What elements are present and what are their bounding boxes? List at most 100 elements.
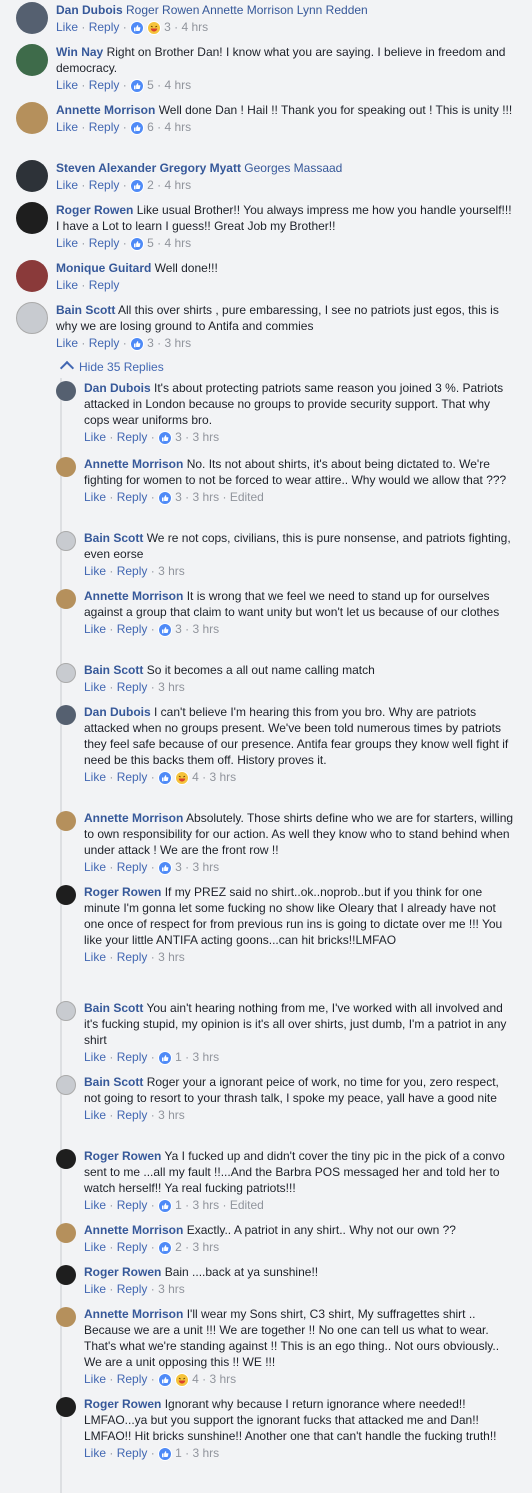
- like-button[interactable]: Like: [84, 1240, 106, 1254]
- author-name-link[interactable]: Roger Rowen: [84, 1149, 161, 1163]
- like-button[interactable]: Like: [84, 490, 106, 504]
- like-button[interactable]: Like: [56, 236, 78, 250]
- reply-button[interactable]: Reply: [117, 860, 148, 874]
- avatar[interactable]: [56, 1223, 76, 1243]
- like-button[interactable]: Like: [84, 770, 106, 784]
- like-button[interactable]: Like: [84, 950, 106, 964]
- like-button[interactable]: Like: [56, 20, 78, 34]
- reaction-summary[interactable]: 5: [127, 236, 154, 251]
- avatar[interactable]: [56, 885, 76, 905]
- reaction-summary[interactable]: 3: [155, 622, 182, 637]
- reply-button[interactable]: Reply: [117, 622, 148, 636]
- author-name-link[interactable]: Win Nay: [56, 45, 103, 59]
- timestamp[interactable]: 4 hrs: [164, 178, 191, 192]
- like-button[interactable]: Like: [56, 178, 78, 192]
- timestamp[interactable]: 3 hrs: [158, 1108, 185, 1122]
- reply-button[interactable]: Reply: [117, 680, 148, 694]
- reply-button[interactable]: Reply: [117, 1372, 148, 1386]
- author-name-link[interactable]: Annette Morrison: [84, 457, 183, 471]
- timestamp[interactable]: 3 hrs: [164, 336, 191, 350]
- timestamp[interactable]: 3 hrs: [158, 680, 185, 694]
- reply-button[interactable]: Reply: [89, 178, 120, 192]
- reply-button[interactable]: Reply: [89, 236, 120, 250]
- author-name-link[interactable]: Dan Dubois: [84, 705, 151, 719]
- reply-button[interactable]: Reply: [117, 564, 148, 578]
- timestamp[interactable]: 3 hrs: [158, 564, 185, 578]
- reply-button[interactable]: Reply: [117, 1446, 148, 1460]
- timestamp[interactable]: 3 hrs: [192, 1050, 219, 1064]
- timestamp[interactable]: 3 hrs: [192, 430, 219, 444]
- timestamp[interactable]: 3 hrs: [158, 1282, 185, 1296]
- reply-button[interactable]: Reply: [117, 1050, 148, 1064]
- author-name-link[interactable]: Bain Scott: [84, 1075, 143, 1089]
- reply-button[interactable]: Reply: [117, 430, 148, 444]
- reaction-summary[interactable]: 1: [155, 1050, 182, 1065]
- timestamp[interactable]: 3 hrs: [192, 1240, 219, 1254]
- reaction-summary[interactable]: 2: [155, 1240, 182, 1255]
- hide-replies-button[interactable]: Hide 35 Replies: [59, 360, 164, 376]
- reply-button[interactable]: Reply: [117, 490, 148, 504]
- reaction-summary[interactable]: 1: [155, 1198, 182, 1213]
- like-button[interactable]: Like: [84, 1108, 106, 1122]
- author-name-link[interactable]: Annette Morrison: [84, 1307, 183, 1321]
- reply-button[interactable]: Reply: [117, 1282, 148, 1296]
- reply-button[interactable]: Reply: [117, 1198, 148, 1212]
- reply-button[interactable]: Reply: [117, 1240, 148, 1254]
- reaction-summary[interactable]: 2: [127, 178, 154, 193]
- avatar[interactable]: [16, 102, 48, 134]
- avatar[interactable]: [56, 705, 76, 725]
- avatar[interactable]: [56, 811, 76, 831]
- like-button[interactable]: Like: [84, 1198, 106, 1212]
- like-button[interactable]: Like: [84, 564, 106, 578]
- author-name-link[interactable]: Roger Rowen: [56, 203, 133, 217]
- avatar[interactable]: [56, 531, 76, 551]
- reaction-summary[interactable]: 4: [155, 1372, 199, 1387]
- reaction-summary[interactable]: 3: [155, 490, 182, 505]
- reaction-summary[interactable]: 1: [155, 1446, 182, 1461]
- like-button[interactable]: Like: [84, 622, 106, 636]
- author-name-link[interactable]: Annette Morrison: [56, 103, 155, 117]
- reply-button[interactable]: Reply: [117, 770, 148, 784]
- timestamp[interactable]: 3 hrs: [192, 860, 219, 874]
- author-name-link[interactable]: Bain Scott: [84, 531, 143, 545]
- edited-label[interactable]: Edited: [230, 1198, 264, 1212]
- author-name-link[interactable]: Steven Alexander Gregory Myatt: [56, 161, 241, 175]
- like-button[interactable]: Like: [84, 1282, 106, 1296]
- reaction-summary[interactable]: 3: [127, 336, 154, 351]
- reply-button[interactable]: Reply: [117, 950, 148, 964]
- like-button[interactable]: Like: [56, 78, 78, 92]
- author-name-link[interactable]: Bain Scott: [84, 1001, 143, 1015]
- author-name-link[interactable]: Roger Rowen: [84, 885, 161, 899]
- reply-button[interactable]: Reply: [89, 336, 120, 350]
- avatar[interactable]: [16, 202, 48, 234]
- timestamp[interactable]: 3 hrs: [192, 490, 219, 504]
- timestamp[interactable]: 4 hrs: [164, 120, 191, 134]
- like-button[interactable]: Like: [84, 1372, 106, 1386]
- like-button[interactable]: Like: [84, 860, 106, 874]
- like-button[interactable]: Like: [84, 430, 106, 444]
- author-name-link[interactable]: Annette Morrison: [84, 1223, 183, 1237]
- avatar[interactable]: [16, 302, 48, 334]
- like-button[interactable]: Like: [56, 278, 78, 292]
- avatar[interactable]: [56, 1149, 76, 1169]
- author-name-link[interactable]: Dan Dubois: [84, 381, 151, 395]
- reaction-summary[interactable]: 5: [127, 78, 154, 93]
- reaction-summary[interactable]: 3: [127, 20, 171, 35]
- like-button[interactable]: Like: [84, 1050, 106, 1064]
- reaction-summary[interactable]: 6: [127, 120, 154, 135]
- reply-button[interactable]: Reply: [117, 1108, 148, 1122]
- author-name-link[interactable]: Annette Morrison: [84, 811, 183, 825]
- reaction-summary[interactable]: 3: [155, 860, 182, 875]
- avatar[interactable]: [56, 1075, 76, 1095]
- like-button[interactable]: Like: [56, 120, 78, 134]
- timestamp[interactable]: 3 hrs: [192, 622, 219, 636]
- author-name-link[interactable]: Annette Morrison: [84, 589, 183, 603]
- timestamp[interactable]: 3 hrs: [209, 1372, 236, 1386]
- like-button[interactable]: Like: [84, 680, 106, 694]
- timestamp[interactable]: 3 hrs: [158, 950, 185, 964]
- author-name-link[interactable]: Bain Scott: [56, 303, 115, 317]
- reply-button[interactable]: Reply: [89, 278, 120, 292]
- reply-button[interactable]: Reply: [89, 20, 120, 34]
- reaction-summary[interactable]: 4: [155, 770, 199, 785]
- timestamp[interactable]: 4 hrs: [181, 20, 208, 34]
